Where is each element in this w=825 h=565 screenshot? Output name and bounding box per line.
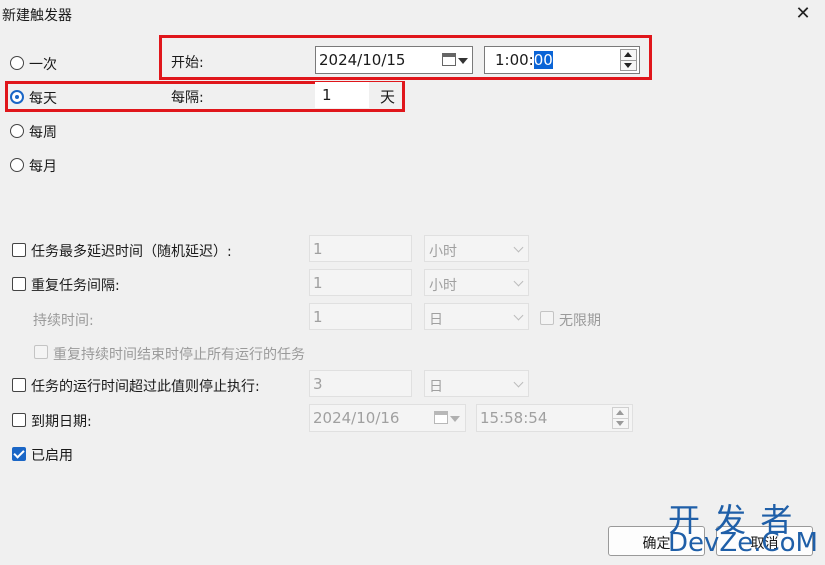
stop-at-end-checkbox[interactable] xyxy=(34,345,48,359)
radio-daily-label: 每天 xyxy=(29,91,57,107)
chevron-down-icon xyxy=(513,242,524,253)
calendar-icon[interactable] xyxy=(442,53,456,66)
delay-unit: 小时 xyxy=(429,244,457,260)
interval-input[interactable]: 1 xyxy=(315,82,369,108)
start-time-field[interactable]: 1:00:00 xyxy=(484,46,640,74)
delay-value-input[interactable]: 1 xyxy=(309,235,412,262)
spin-up-icon[interactable] xyxy=(616,410,624,415)
chevron-down-icon xyxy=(513,310,524,321)
start-date-value: 2024/10/15 xyxy=(319,51,406,69)
expire-label: 到期日期: xyxy=(31,414,92,430)
stop-if-longer-unit-select[interactable]: 日 xyxy=(424,370,529,397)
dropdown-arrow-icon[interactable] xyxy=(450,416,460,422)
indefinite-checkbox[interactable] xyxy=(540,311,554,325)
delay-unit-select[interactable]: 小时 xyxy=(424,235,529,262)
repeat-checkbox[interactable] xyxy=(12,277,26,291)
start-time-value: 1:00: xyxy=(495,51,534,69)
expire-time-field[interactable]: 15:58:54 xyxy=(476,404,633,432)
radio-monthly[interactable] xyxy=(10,158,24,172)
repeat-unit-select[interactable]: 小时 xyxy=(424,269,529,296)
radio-once-label: 一次 xyxy=(29,57,57,73)
dialog-title: 新建触发器 xyxy=(2,8,72,24)
radio-monthly-label: 每月 xyxy=(29,159,57,175)
interval-unit-box: 天 xyxy=(369,82,402,108)
duration-unit: 日 xyxy=(429,312,443,328)
radio-weekly[interactable] xyxy=(10,124,24,138)
repeat-unit: 小时 xyxy=(429,278,457,294)
duration-value: 1 xyxy=(313,308,323,326)
enabled-label: 已启用 xyxy=(31,448,73,464)
duration-value-input[interactable]: 1 xyxy=(309,303,412,330)
stop-if-longer-label: 任务的运行时间超过此值则停止执行: xyxy=(31,379,260,395)
expire-date-value: 2024/10/16 xyxy=(313,409,400,427)
chevron-down-icon xyxy=(513,276,524,287)
stop-if-longer-value: 3 xyxy=(313,375,323,393)
spin-down-icon[interactable] xyxy=(616,421,624,426)
dropdown-arrow-icon[interactable] xyxy=(458,58,468,64)
interval-unit: 天 xyxy=(380,88,396,106)
start-date-picker[interactable]: 2024/10/15 xyxy=(315,46,473,74)
watermark-line2: DevZe.CoM xyxy=(668,528,818,558)
interval-value: 1 xyxy=(322,86,332,104)
repeat-label: 重复任务间隔: xyxy=(31,278,120,294)
repeat-value: 1 xyxy=(313,274,323,292)
delay-value: 1 xyxy=(313,240,323,258)
repeat-value-input[interactable]: 1 xyxy=(309,269,412,296)
enabled-checkbox[interactable] xyxy=(12,447,26,461)
stop-at-end-label: 重复持续时间结束时停止所有运行的任务 xyxy=(53,347,305,363)
expire-checkbox[interactable] xyxy=(12,413,26,427)
title-bar xyxy=(0,0,825,30)
duration-label: 持续时间: xyxy=(33,313,94,329)
radio-weekly-label: 每周 xyxy=(29,125,57,141)
duration-unit-select[interactable]: 日 xyxy=(424,303,529,330)
calendar-icon[interactable] xyxy=(434,411,448,424)
expire-date-picker[interactable]: 2024/10/16 xyxy=(309,404,466,432)
stop-if-longer-checkbox[interactable] xyxy=(12,378,26,392)
time-spinner[interactable] xyxy=(620,49,637,71)
spin-down-icon[interactable] xyxy=(624,63,632,68)
time-spinner[interactable] xyxy=(612,407,629,429)
stop-if-longer-value-input[interactable]: 3 xyxy=(309,370,412,397)
indefinite-label: 无限期 xyxy=(559,313,601,329)
start-time-selected-seconds[interactable]: 00 xyxy=(533,51,553,69)
stop-if-longer-unit: 日 xyxy=(429,379,443,395)
expire-time-value: 15:58:54 xyxy=(480,409,548,427)
delay-label: 任务最多延迟时间（随机延迟）: xyxy=(31,244,232,260)
spin-up-icon[interactable] xyxy=(624,52,632,57)
delay-checkbox[interactable] xyxy=(12,243,26,257)
radio-daily[interactable] xyxy=(10,90,24,104)
start-label: 开始: xyxy=(171,55,204,71)
chevron-down-icon xyxy=(513,377,524,388)
close-icon[interactable]: ✕ xyxy=(793,3,813,25)
interval-label: 每隔: xyxy=(171,90,204,106)
radio-once[interactable] xyxy=(10,56,24,70)
